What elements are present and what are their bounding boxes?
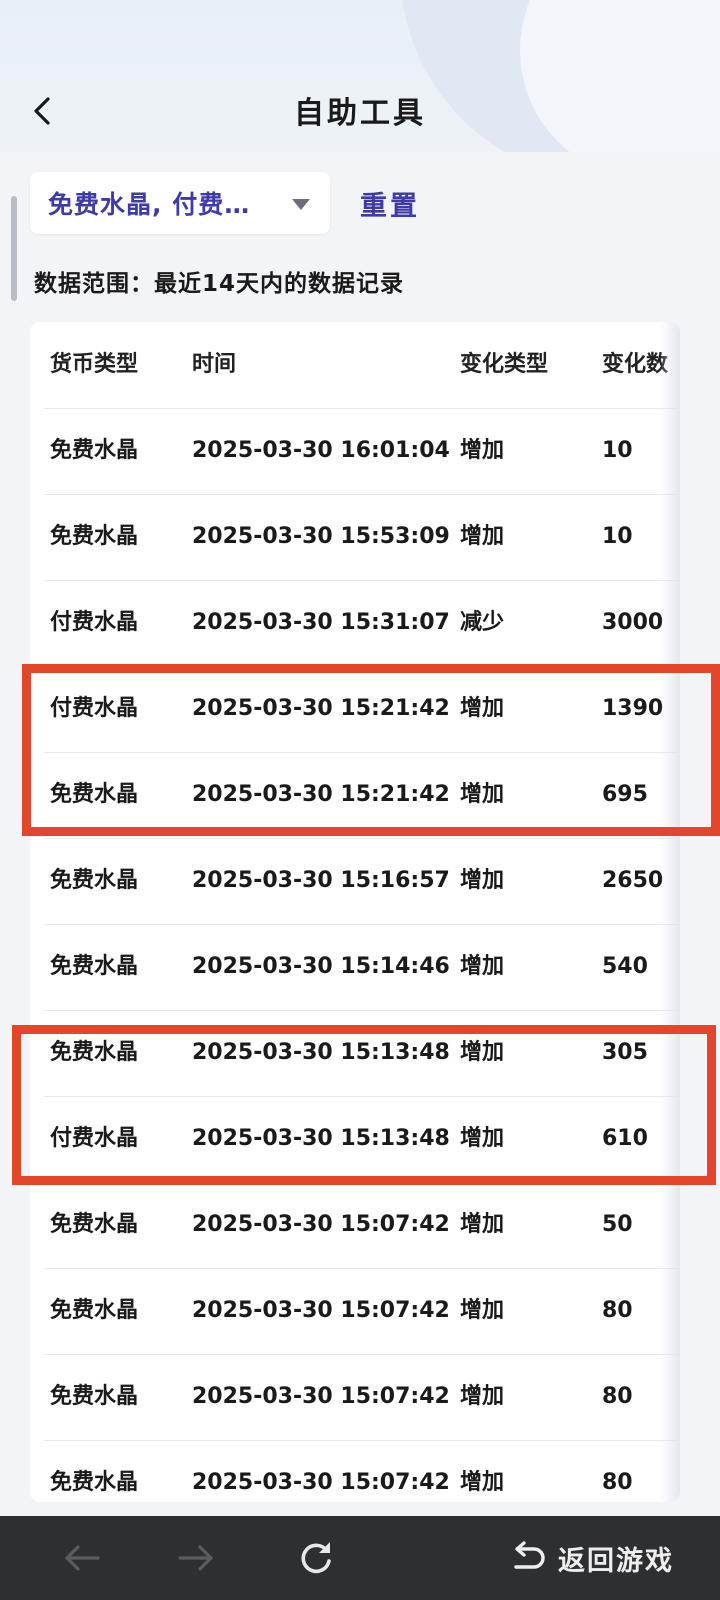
table-row: 付费水晶 2025-03-30 15:13:48 增加 610 <box>44 1096 680 1183</box>
arrow-right-icon <box>178 1545 213 1571</box>
column-header-change-type: 变化类型 <box>460 352 549 377</box>
cell-change-type: 增加 <box>460 1470 505 1495</box>
return-to-game-label: 返回游戏 <box>558 1545 674 1577</box>
cell-change-type: 增加 <box>460 438 505 463</box>
cell-change-type: 增加 <box>460 1384 505 1409</box>
cell-currency-type: 免费水晶 <box>50 524 139 549</box>
cell-currency-type: 免费水晶 <box>50 1470 139 1495</box>
table-row: 免费水晶 2025-03-30 15:07:42 增加 50 <box>44 1182 680 1269</box>
cell-currency-type: 付费水晶 <box>50 610 139 635</box>
back-nav-button[interactable] <box>52 1530 112 1586</box>
cell-time: 2025-03-30 16:01:04 <box>192 438 450 463</box>
cell-change-type: 增加 <box>460 1212 505 1237</box>
refresh-button[interactable] <box>286 1530 346 1586</box>
cell-time: 2025-03-30 15:07:42 <box>192 1212 450 1237</box>
table-row: 付费水晶 2025-03-30 15:21:42 增加 1390 <box>44 666 680 753</box>
column-header-time: 时间 <box>192 352 237 377</box>
return-icon <box>514 1541 545 1569</box>
page-title: 自助工具 <box>294 96 426 131</box>
cell-change-type: 增加 <box>460 868 505 893</box>
table-row: 免费水晶 2025-03-30 15:16:57 增加 2650 <box>44 838 680 925</box>
table-row: 免费水晶 2025-03-30 15:14:46 增加 540 <box>44 924 680 1011</box>
scroll-indicator <box>11 196 17 301</box>
table-scroll-fade <box>660 322 680 1502</box>
cell-currency-type: 免费水晶 <box>50 782 139 807</box>
cell-time: 2025-03-30 15:13:48 <box>192 1040 450 1065</box>
cell-time: 2025-03-30 15:21:42 <box>192 782 450 807</box>
table-row: 免费水晶 2025-03-30 15:07:42 增加 80 <box>44 1440 680 1502</box>
cell-currency-type: 免费水晶 <box>50 1384 139 1409</box>
cell-time: 2025-03-30 15:07:42 <box>192 1470 450 1495</box>
cell-time: 2025-03-30 15:16:57 <box>192 868 450 893</box>
currency-record-table: 货币类型 时间 变化类型 变化数 免费水晶 2025-03-30 16:01:04… <box>30 322 680 1502</box>
forward-nav-button[interactable] <box>166 1530 226 1586</box>
cell-currency-type: 付费水晶 <box>50 696 139 721</box>
cell-change-type: 减少 <box>460 610 505 635</box>
header: 自助工具 <box>0 0 720 152</box>
filter-selected-value: 免费水晶, 付费… <box>48 190 251 219</box>
table-row: 免费水晶 2025-03-30 15:13:48 增加 305 <box>44 1010 680 1097</box>
cell-change-type: 增加 <box>460 524 505 549</box>
cell-currency-type: 免费水晶 <box>50 1212 139 1237</box>
table-row: 免费水晶 2025-03-30 16:01:04 增加 10 <box>44 408 680 495</box>
column-header-currency-type: 货币类型 <box>50 352 139 377</box>
arrow-left-icon <box>65 1545 100 1571</box>
cell-time: 2025-03-30 15:31:07 <box>192 610 450 635</box>
cell-currency-type: 免费水晶 <box>50 438 139 463</box>
cell-currency-type: 免费水晶 <box>50 1040 139 1065</box>
cell-change-type: 增加 <box>460 782 505 807</box>
cell-time: 2025-03-30 15:53:09 <box>192 524 450 549</box>
cell-time: 2025-03-30 15:07:42 <box>192 1384 450 1409</box>
table-row: 免费水晶 2025-03-30 15:53:09 增加 10 <box>44 494 680 581</box>
currency-filter-select[interactable]: 免费水晶, 付费… <box>30 172 330 234</box>
table-header-row: 货币类型 时间 变化类型 变化数 <box>44 322 680 409</box>
reset-button[interactable]: 重置 <box>360 184 420 223</box>
table-row: 免费水晶 2025-03-30 15:07:42 增加 80 <box>44 1268 680 1355</box>
cell-currency-type: 免费水晶 <box>50 868 139 893</box>
cell-time: 2025-03-30 15:14:46 <box>192 954 450 979</box>
cell-time: 2025-03-30 15:21:42 <box>192 696 450 721</box>
cell-change-type: 增加 <box>460 1040 505 1065</box>
return-to-game-button[interactable]: 返回游戏 <box>510 1530 674 1586</box>
cell-change-type: 增加 <box>460 954 505 979</box>
table-row: 免费水晶 2025-03-30 15:21:42 增加 695 <box>44 752 680 839</box>
cell-time: 2025-03-30 15:07:42 <box>192 1298 450 1323</box>
cell-currency-type: 免费水晶 <box>50 954 139 979</box>
cell-change-type: 增加 <box>460 1126 505 1151</box>
caret-down-icon <box>292 199 310 210</box>
cell-change-type: 增加 <box>460 1298 505 1323</box>
data-range-text: 数据范围：最近14天内的数据记录 <box>34 271 405 297</box>
cell-currency-type: 付费水晶 <box>50 1126 139 1151</box>
cell-change-type: 增加 <box>460 696 505 721</box>
refresh-icon <box>301 1542 331 1574</box>
cell-time: 2025-03-30 15:13:48 <box>192 1126 450 1151</box>
table-row: 免费水晶 2025-03-30 15:07:42 增加 80 <box>44 1354 680 1441</box>
table-row: 付费水晶 2025-03-30 15:31:07 减少 3000 <box>44 580 680 667</box>
bottom-navigation-bar: 返回游戏 <box>0 1516 720 1600</box>
cell-currency-type: 免费水晶 <box>50 1298 139 1323</box>
